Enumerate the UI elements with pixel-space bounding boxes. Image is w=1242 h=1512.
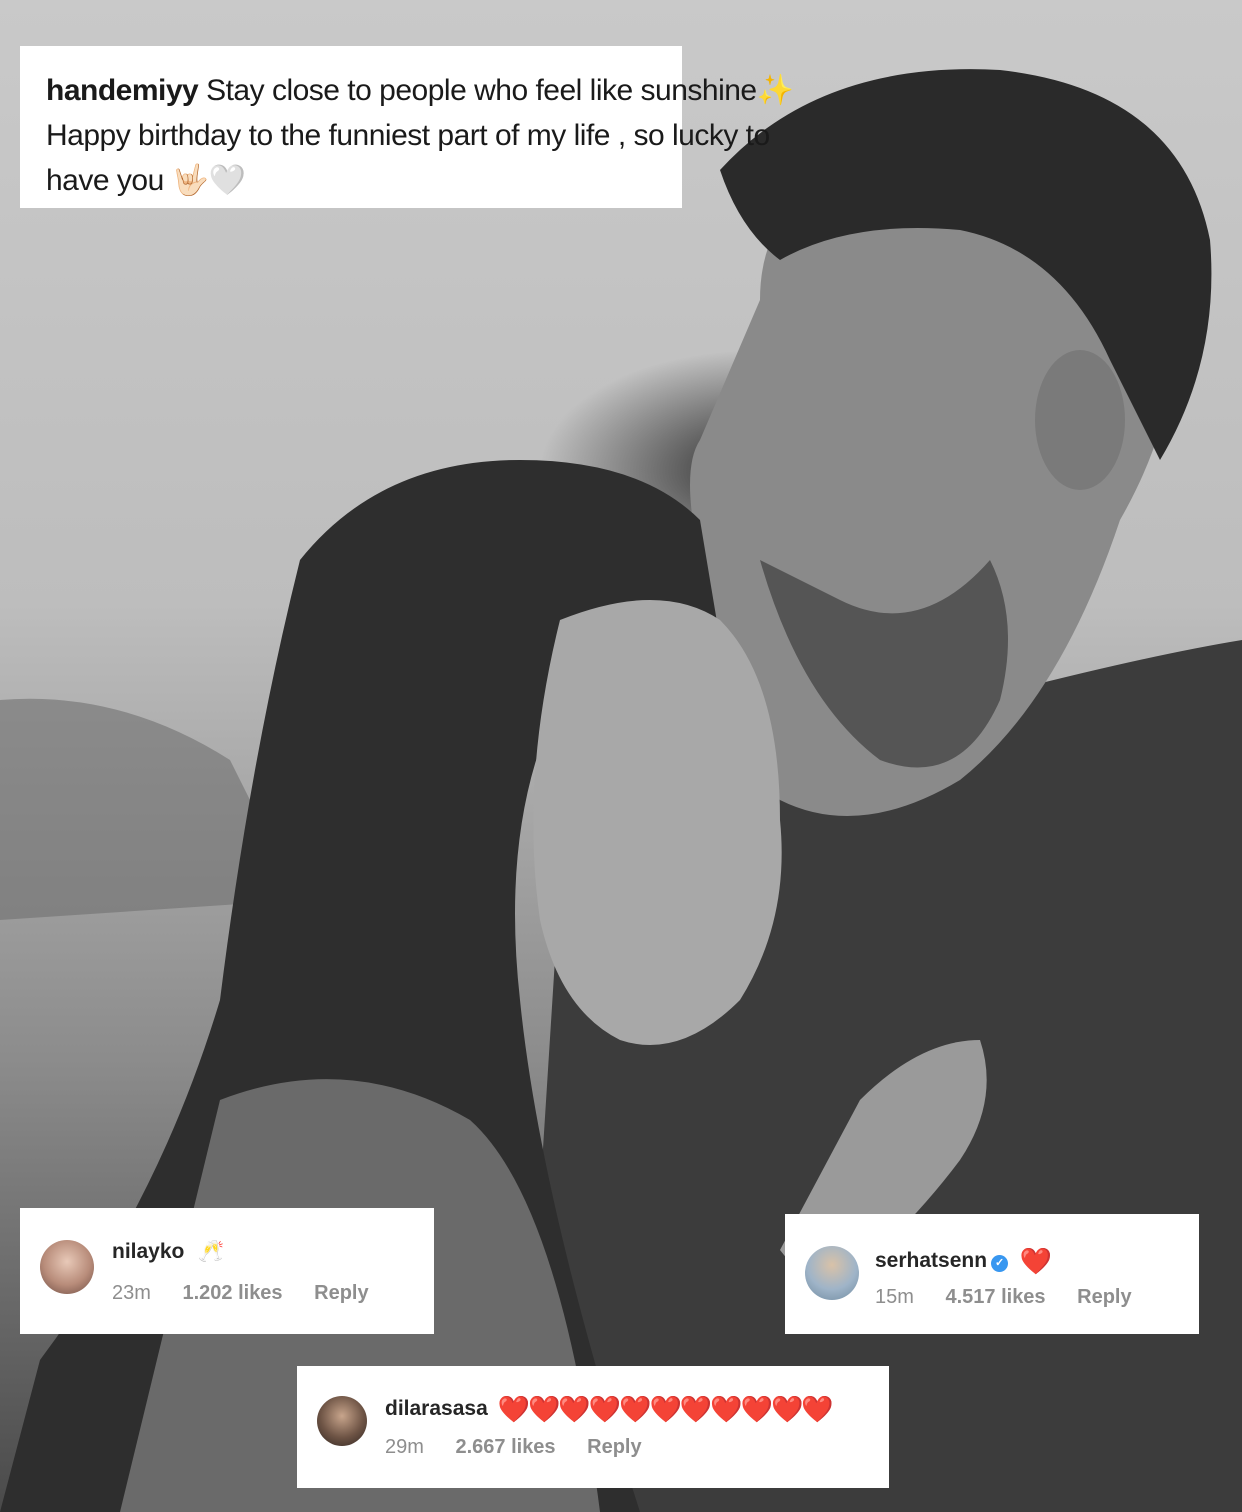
heart-emoji: ❤️: [1019, 1246, 1053, 1276]
caption-card: handemiyy Stay close to people who feel …: [20, 46, 794, 208]
caption-text-line-2: Happy birthday to the funniest part of m…: [46, 119, 770, 152]
comment-dilarasasa: dilarasasa ❤️❤️❤️❤️❤️❤️❤️❤️❤️❤️❤️ 29m 2.…: [297, 1366, 889, 1488]
comment-time: 23m: [112, 1282, 151, 1304]
reply-button[interactable]: Reply: [587, 1436, 641, 1458]
caption-text-line-3: have you: [46, 164, 164, 197]
reply-button[interactable]: Reply: [314, 1282, 368, 1304]
caption-text-line-1: Stay close to people who feel like sunsh…: [206, 74, 757, 107]
hearts-emoji: ❤️❤️❤️❤️❤️❤️❤️❤️❤️❤️❤️: [497, 1394, 834, 1424]
avatar[interactable]: [805, 1246, 859, 1300]
verified-badge-icon: ✓: [991, 1255, 1009, 1272]
rock-heart-emoji: 🤟🏻🤍: [171, 164, 246, 197]
comment-username[interactable]: dilarasasa ❤️❤️❤️❤️❤️❤️❤️❤️❤️❤️❤️: [385, 1394, 834, 1425]
champagne-emoji: 🥂: [198, 1240, 225, 1263]
avatar[interactable]: [40, 1240, 94, 1294]
caption-line-1: handemiyy Stay close to people who feel …: [46, 68, 794, 113]
avatar[interactable]: [317, 1396, 367, 1446]
comment-likes[interactable]: 1.202 likes: [182, 1282, 282, 1304]
comment-meta: 23m 1.202 likes Reply: [112, 1282, 395, 1305]
sparkles-emoji: ✨: [756, 74, 794, 107]
comment-meta: 15m 4.517 likes Reply: [875, 1286, 1158, 1309]
reply-button[interactable]: Reply: [1077, 1286, 1131, 1308]
comment-nilayko: nilayko 🥂 23m 1.202 likes Reply: [20, 1208, 434, 1334]
comment-meta: 29m 2.667 likes Reply: [385, 1436, 668, 1459]
caption-line-3: have you 🤟🏻🤍: [46, 158, 658, 203]
comment-likes[interactable]: 4.517 likes: [945, 1286, 1045, 1308]
comment-username[interactable]: nilayko 🥂: [112, 1240, 224, 1264]
comment-time: 15m: [875, 1286, 914, 1308]
comment-serhatsenn: serhatsenn ✓ ❤️ 15m 4.517 likes Reply: [785, 1214, 1199, 1334]
comment-likes[interactable]: 2.667 likes: [455, 1436, 555, 1458]
comment-username[interactable]: serhatsenn ✓ ❤️: [875, 1246, 1052, 1277]
caption-username[interactable]: handemiyy: [46, 74, 199, 107]
comment-time: 29m: [385, 1436, 424, 1458]
